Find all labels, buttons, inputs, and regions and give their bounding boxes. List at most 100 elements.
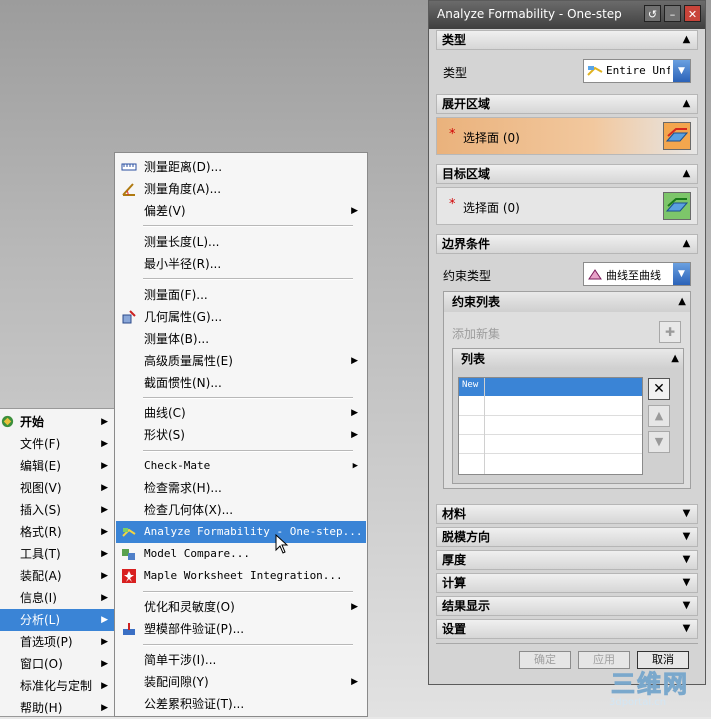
- section-title: 材料: [442, 507, 467, 521]
- select-face-button[interactable]: [663, 122, 691, 150]
- menu-item-deviation[interactable]: 偏差(V) ▶: [116, 200, 366, 222]
- menu-item-section-inertia[interactable]: 截面惯性(N)...: [116, 372, 366, 394]
- type-select[interactable]: Entire Unfold ▼: [583, 59, 691, 83]
- geometry-props-icon: [122, 310, 136, 324]
- menu-item-measure-length[interactable]: 测量长度(L)...: [116, 231, 366, 253]
- unfold-face-selector[interactable]: * 选择面 (0): [436, 117, 698, 155]
- chevron-down-icon[interactable]: ▼: [679, 575, 694, 590]
- menu-item-start[interactable]: 开始 ▶: [0, 411, 114, 433]
- chevron-up-icon[interactable]: ▲: [679, 32, 694, 47]
- table-row[interactable]: [459, 396, 642, 416]
- section-results-header[interactable]: 结果显示 ▼: [436, 596, 698, 616]
- menu-item-customize[interactable]: 标准化与定制 ▶: [0, 675, 114, 697]
- menu-item-tolerance-stackup[interactable]: 公差累积验证(T)...: [116, 693, 366, 715]
- section-unfold-header[interactable]: 展开区域 ▲: [436, 94, 698, 114]
- section-settings-header[interactable]: 设置 ▼: [436, 619, 698, 639]
- chevron-down-icon[interactable]: ▼: [679, 621, 694, 636]
- menu-item-check-mate[interactable]: Check-Mate ▶: [116, 455, 366, 477]
- menu-item-assembly-clearance[interactable]: 装配间隙(Y) ▶: [116, 671, 366, 693]
- section-compute-header[interactable]: 计算 ▼: [436, 573, 698, 593]
- constraint-list-header[interactable]: 约束列表 ▲: [444, 292, 690, 312]
- select-target-face-button[interactable]: [663, 192, 691, 220]
- menu-item-maple-worksheet[interactable]: Maple Worksheet Integration...: [116, 565, 366, 587]
- chevron-up-icon[interactable]: ▲: [679, 166, 694, 181]
- submenu-arrow-icon: ▶: [101, 681, 108, 691]
- section-material-header[interactable]: 材料 ▼: [436, 504, 698, 524]
- table-cell: New: [462, 380, 479, 390]
- ok-button[interactable]: 确定: [519, 651, 571, 669]
- menu-item-geometry-props[interactable]: 几何属性(G)...: [116, 306, 366, 328]
- menu-item-format[interactable]: 格式(R) ▶: [0, 521, 114, 543]
- menu-separator: [143, 225, 353, 227]
- chevron-down-icon[interactable]: ▼: [679, 552, 694, 567]
- menu-label: 信息(I): [20, 591, 57, 605]
- menu-item-check-requirements[interactable]: 检查需求(H)...: [116, 477, 366, 499]
- table-row[interactable]: [459, 453, 642, 472]
- reset-icon[interactable]: ↺: [644, 5, 661, 22]
- menu-item-insert[interactable]: 插入(S) ▶: [0, 499, 114, 521]
- chevron-up-icon[interactable]: ▲: [671, 349, 679, 369]
- menu-item-model-compare[interactable]: Model Compare...: [116, 543, 366, 565]
- delete-icon[interactable]: ✕: [648, 378, 670, 400]
- menu-item-curve[interactable]: 曲线(C) ▶: [116, 402, 366, 424]
- list-header[interactable]: 列表 ▲: [453, 349, 683, 369]
- move-down-icon[interactable]: ▼: [648, 431, 670, 453]
- menu-item-min-radius[interactable]: 最小半径(R)...: [116, 253, 366, 275]
- menu-item-info[interactable]: 信息(I) ▶: [0, 587, 114, 609]
- table-row[interactable]: [459, 434, 642, 454]
- submenu-arrow-icon: ▶: [351, 430, 358, 440]
- menu-item-analysis[interactable]: 分析(L) ▶: [0, 609, 114, 631]
- menu-item-check-geometry[interactable]: 检查几何体(X)...: [116, 499, 366, 521]
- menu-item-mold-validation[interactable]: 塑模部件验证(P)...: [116, 618, 366, 640]
- model-compare-icon: [122, 549, 135, 560]
- site-watermark: 三维网 3dportal.cn: [605, 662, 711, 717]
- menu-item-help[interactable]: 帮助(H) ▶: [0, 697, 114, 719]
- chevron-down-icon[interactable]: ▼: [679, 506, 694, 521]
- constraint-type-select[interactable]: 曲线至曲线 ▼: [583, 262, 691, 286]
- dialog-titlebar[interactable]: Analyze Formability - One-step ↺ – ✕: [429, 1, 705, 29]
- start-icon: [1, 415, 14, 428]
- formability-dialog: Analyze Formability - One-step ↺ – ✕ 类型 ▲…: [428, 0, 706, 685]
- required-marker: *: [449, 127, 456, 142]
- chevron-up-icon[interactable]: ▲: [678, 292, 686, 312]
- menu-item-simple-interference[interactable]: 简单干涉(I)...: [116, 649, 366, 671]
- menu-item-measure-body[interactable]: 测量体(B)...: [116, 328, 366, 350]
- close-icon[interactable]: ✕: [684, 5, 701, 22]
- menu-item-measure-angle[interactable]: 测量角度(A)...: [116, 178, 366, 200]
- table-row[interactable]: New: [459, 378, 642, 396]
- menu-item-edit[interactable]: 编辑(E) ▶: [0, 455, 114, 477]
- section-boundary-header[interactable]: 边界条件 ▲: [436, 234, 698, 254]
- section-draft-direction-header[interactable]: 脱模方向 ▼: [436, 527, 698, 547]
- menu-label: 装配间隙(Y): [144, 675, 209, 689]
- section-target-header[interactable]: 目标区域 ▲: [436, 164, 698, 184]
- menu-item-shape[interactable]: 形状(S) ▶: [116, 424, 366, 446]
- submenu-arrow-icon: ▶: [101, 527, 108, 537]
- chevron-down-icon[interactable]: ▼: [679, 598, 694, 613]
- target-face-selector[interactable]: * 选择面 (0): [436, 187, 698, 225]
- chevron-down-icon[interactable]: ▼: [679, 529, 694, 544]
- dropdown-arrow-icon[interactable]: ▼: [673, 263, 690, 285]
- menu-item-analyze-formability[interactable]: Analyze Formability - One-step...: [116, 521, 366, 543]
- add-new-set-icon[interactable]: ✚: [659, 321, 681, 343]
- chevron-up-icon[interactable]: ▲: [679, 96, 694, 111]
- move-up-icon[interactable]: ▲: [648, 405, 670, 427]
- dropdown-arrow-icon[interactable]: ▼: [673, 60, 690, 82]
- section-title: 边界条件: [442, 237, 491, 251]
- chevron-up-icon[interactable]: ▲: [679, 236, 694, 251]
- menu-item-measure-distance[interactable]: 测量距离(D)...: [116, 156, 366, 178]
- menu-item-file[interactable]: 文件(F) ▶: [0, 433, 114, 455]
- menu-item-mass-props[interactable]: 高级质量属性(E) ▶: [116, 350, 366, 372]
- menu-item-optimization[interactable]: 优化和灵敏度(O) ▶: [116, 596, 366, 618]
- menu-item-tools[interactable]: 工具(T) ▶: [0, 543, 114, 565]
- section-type-header[interactable]: 类型 ▲: [436, 30, 698, 50]
- type-label: 类型: [443, 66, 468, 80]
- menu-item-measure-face[interactable]: 测量面(F)...: [116, 284, 366, 306]
- minimize-icon[interactable]: –: [664, 5, 681, 22]
- section-thickness-header[interactable]: 厚度 ▼: [436, 550, 698, 570]
- menu-item-window[interactable]: 窗口(O) ▶: [0, 653, 114, 675]
- table-row[interactable]: [459, 415, 642, 435]
- face-select-icon: [665, 128, 689, 142]
- menu-item-assembly[interactable]: 装配(A) ▶: [0, 565, 114, 587]
- menu-item-preferences[interactable]: 首选项(P) ▶: [0, 631, 114, 653]
- menu-item-view[interactable]: 视图(V) ▶: [0, 477, 114, 499]
